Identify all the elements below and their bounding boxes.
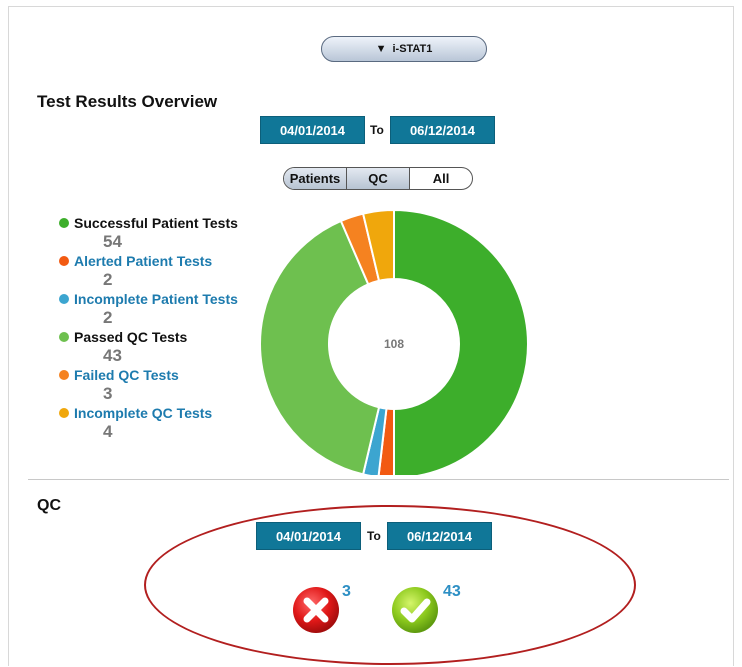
- donut-slice[interactable]: [393, 208, 529, 475]
- filter-segmented-control: Patients QC All: [283, 167, 473, 190]
- overview-to-label: To: [370, 123, 384, 137]
- legend-item[interactable]: Failed QC Tests 3: [59, 366, 259, 404]
- legend-label: Incomplete Patient Tests: [74, 291, 238, 307]
- legend-label: Passed QC Tests: [74, 329, 188, 345]
- device-dropdown-label: i-STAT1: [392, 43, 433, 55]
- qc-date-from-button[interactable]: 04/01/2014: [256, 522, 361, 550]
- legend-dot-icon: [59, 408, 69, 418]
- legend-item[interactable]: Incomplete Patient Tests 2: [59, 290, 259, 328]
- donut-chart: 108: [259, 208, 529, 475]
- legend-item[interactable]: Successful Patient Tests 54: [59, 214, 259, 252]
- legend-value: 3: [103, 384, 113, 403]
- legend-dot-icon: [59, 370, 69, 380]
- legend-dot-icon: [59, 332, 69, 342]
- legend-dot-icon: [59, 256, 69, 266]
- legend-dot-icon: [59, 294, 69, 304]
- section-divider: [28, 479, 729, 480]
- chart-legend: Successful Patient Tests 54 Alerted Pati…: [59, 214, 259, 442]
- qc-title: QC: [37, 497, 61, 514]
- legend-label: Incomplete QC Tests: [74, 405, 213, 421]
- check-circle-icon[interactable]: [390, 585, 440, 635]
- qc-to-label: To: [367, 529, 381, 543]
- donut-total-label: 108: [384, 337, 404, 351]
- overview-date-from-button[interactable]: 04/01/2014: [260, 116, 365, 144]
- legend-item[interactable]: Incomplete QC Tests 4: [59, 404, 259, 442]
- legend-label: Failed QC Tests: [74, 367, 179, 383]
- tab-patients[interactable]: Patients: [284, 168, 347, 189]
- legend-value: 4: [103, 422, 113, 441]
- tab-qc[interactable]: QC: [347, 168, 410, 189]
- device-dropdown[interactable]: ▼ i-STAT1: [321, 36, 487, 62]
- qc-passed-count: 43: [443, 583, 461, 600]
- legend-item[interactable]: Alerted Patient Tests 2: [59, 252, 259, 290]
- legend-label: Alerted Patient Tests: [74, 253, 213, 269]
- triangle-down-icon: ▼: [375, 43, 387, 55]
- x-circle-icon[interactable]: [291, 585, 341, 635]
- overview-date-to-button[interactable]: 06/12/2014: [390, 116, 495, 144]
- tab-all[interactable]: All: [410, 168, 472, 189]
- legend-value: 54: [103, 232, 122, 251]
- legend-value: 43: [103, 346, 122, 365]
- legend-item[interactable]: Passed QC Tests 43: [59, 328, 259, 366]
- qc-date-to-button[interactable]: 06/12/2014: [387, 522, 492, 550]
- qc-failed-count: 3: [342, 583, 351, 600]
- legend-dot-icon: [59, 218, 69, 228]
- legend-value: 2: [103, 270, 113, 289]
- legend-label: Successful Patient Tests: [74, 215, 238, 231]
- overview-title: Test Results Overview: [37, 92, 218, 111]
- legend-value: 2: [103, 308, 113, 327]
